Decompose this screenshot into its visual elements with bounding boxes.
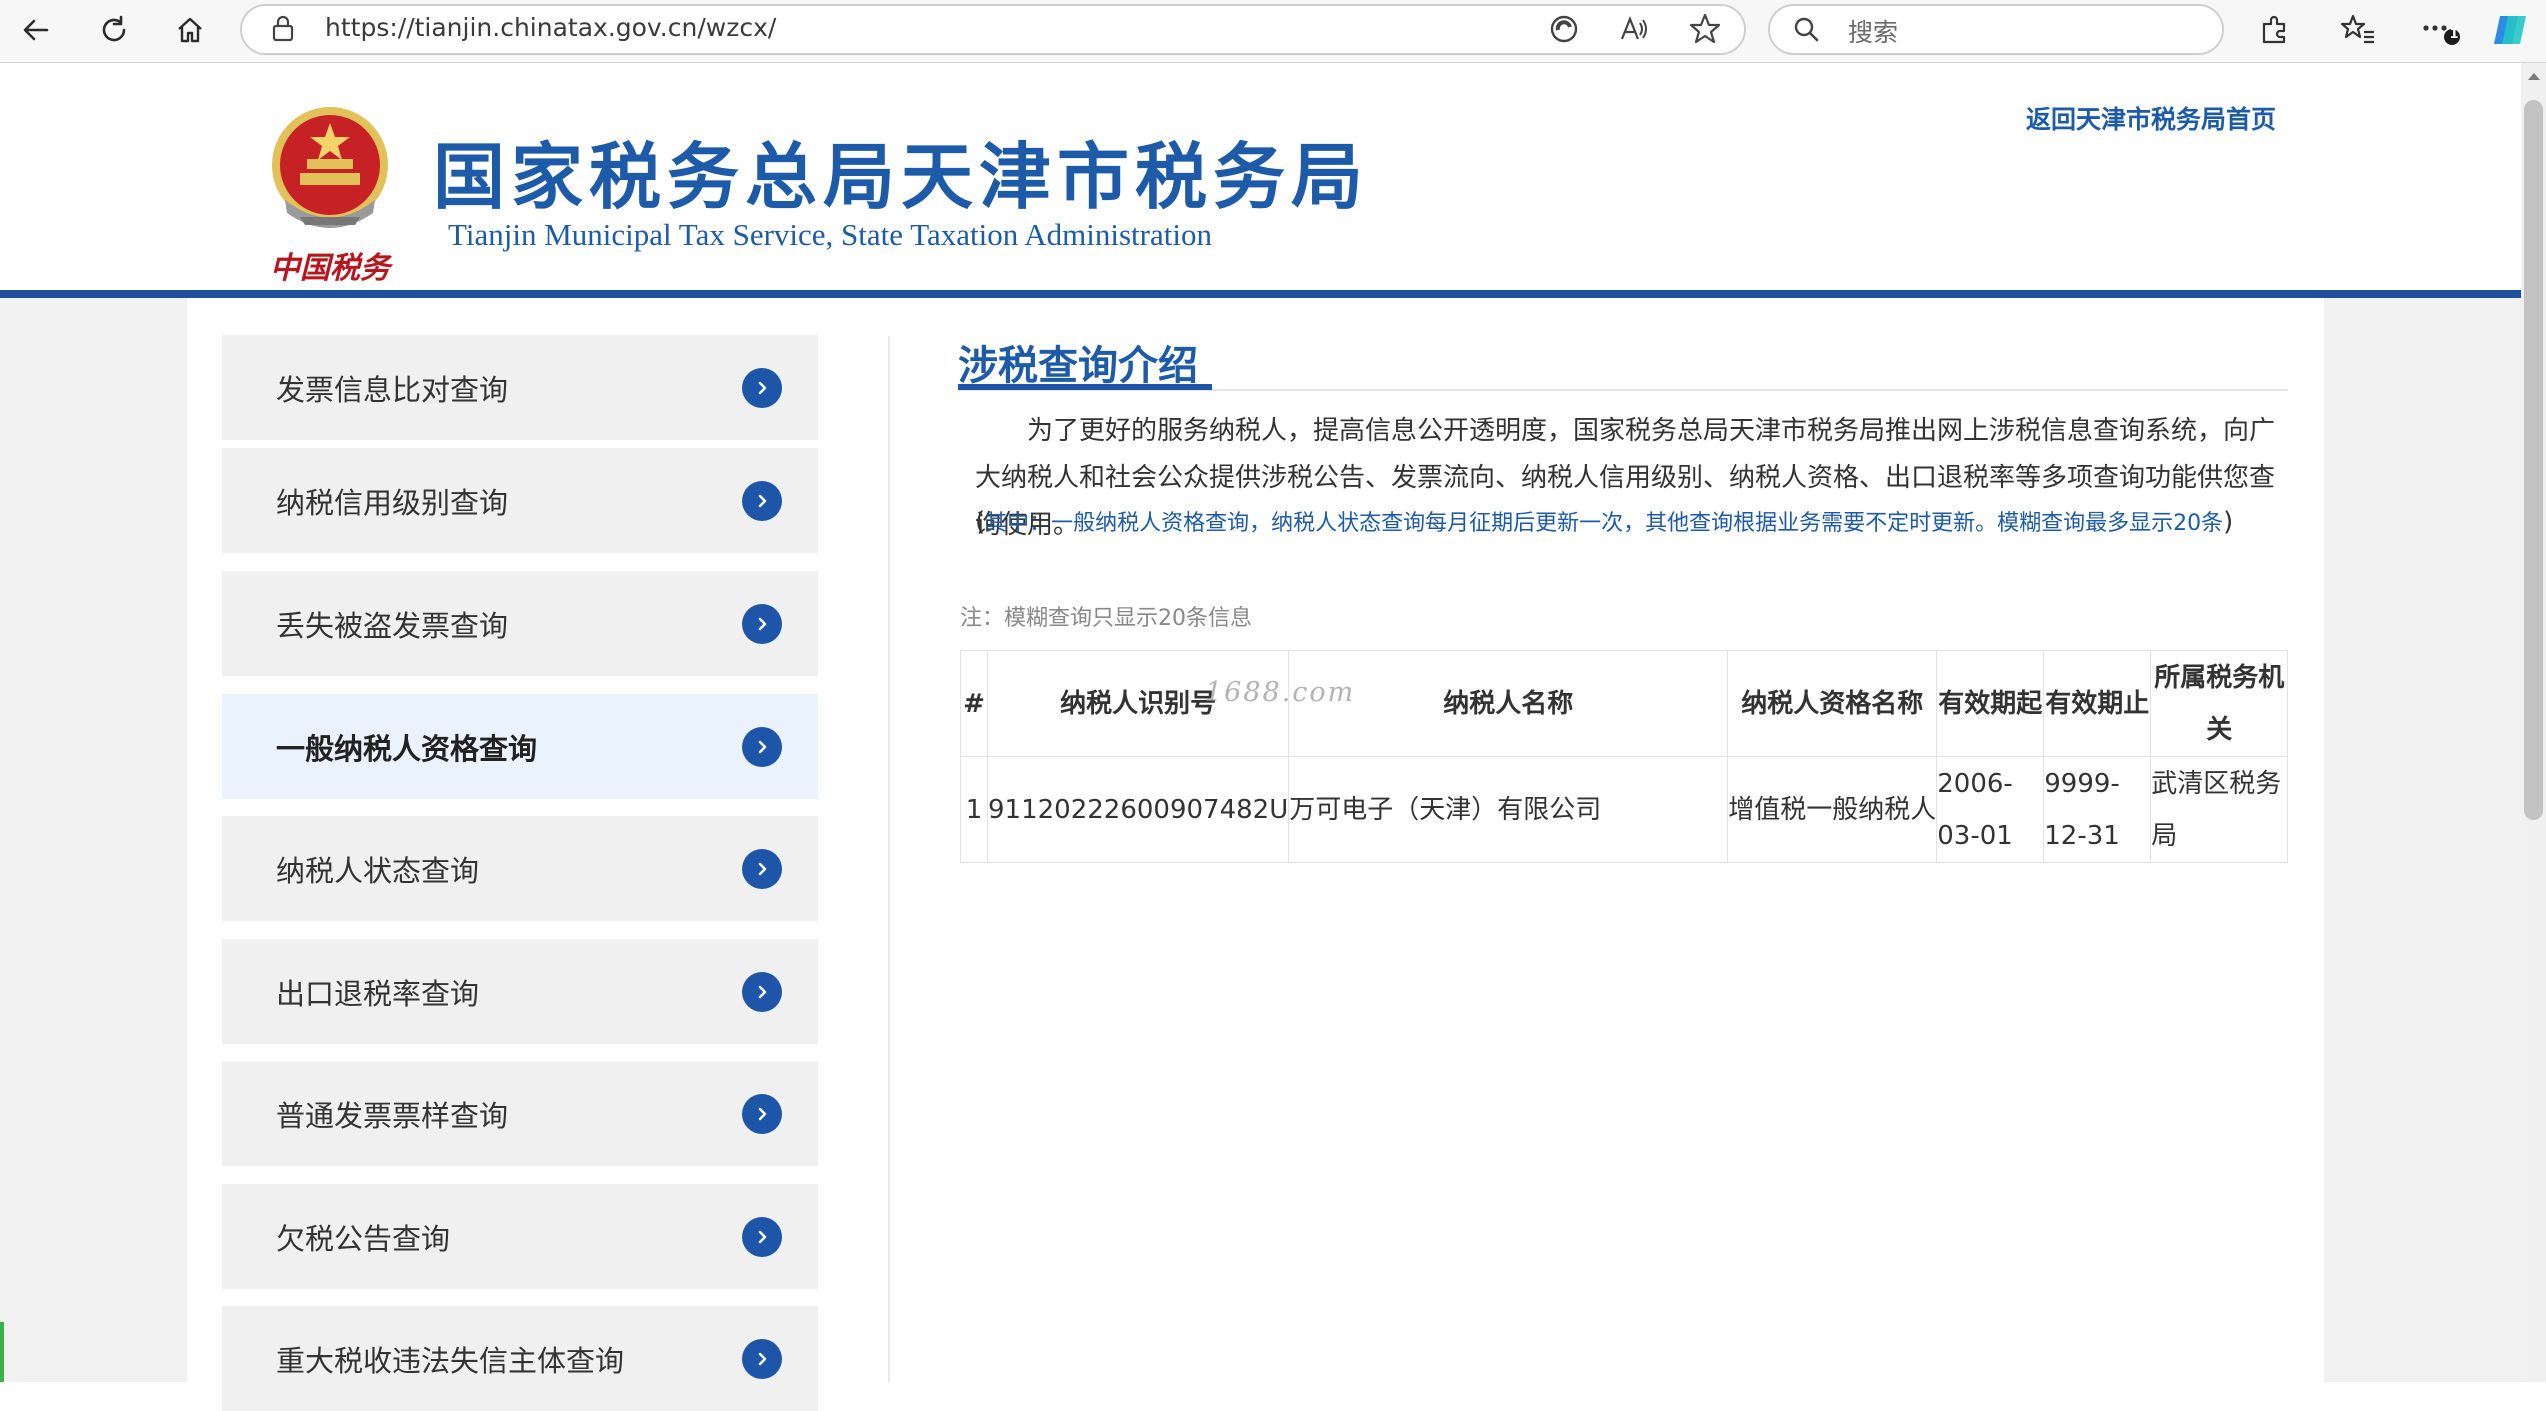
cell-qualification: 增值税一般纳税人 [1727, 756, 1938, 863]
section-title: 涉税查询介绍 [958, 343, 1198, 389]
chevron-right-icon[interactable] [742, 849, 782, 889]
sidebar-item-major-violations[interactable]: 重大税收违法失信主体查询 [222, 1306, 818, 1411]
return-home-link[interactable]: 返回天津市税务局首页 [2026, 100, 2276, 136]
sidebar-item-label: 纳税信用级别查询 [276, 485, 509, 520]
chevron-right-icon[interactable] [742, 727, 782, 767]
table-header-row: # 纳税人识别号 纳税人名称 纳税人资格名称 有效期起 有效期止 所属税务机关 [960, 650, 2289, 757]
browser-essentials-icon[interactable] [1548, 13, 1580, 49]
extensions-icon[interactable] [2258, 12, 2292, 50]
sidebar-item-label: 发票信息比对查询 [276, 372, 509, 407]
home-button[interactable] [166, 6, 214, 54]
sidebar-item-label: 普通发票票样查询 [276, 1098, 509, 1133]
sidebar-item-credit-rating[interactable]: 纳税信用级别查询 [222, 448, 818, 553]
sidebar-item-general-taxpayer[interactable]: 一般纳税人资格查询 [222, 694, 818, 799]
column-header-qualification: 纳税人资格名称 [1727, 650, 1938, 757]
note-text: 其中：一般纳税人资格查询，纳税人状态查询每月征期后更新一次，其他查询根据业务需要… [985, 511, 2224, 536]
chevron-right-icon[interactable] [742, 972, 782, 1012]
site-info-icon[interactable] [270, 14, 296, 46]
read-aloud-icon[interactable] [1618, 13, 1650, 49]
watermark-text: 1688.com [1205, 677, 1356, 708]
sidebar-item-label: 出口退税率查询 [276, 976, 480, 1011]
refresh-button[interactable] [90, 6, 138, 54]
chevron-right-icon[interactable] [742, 1217, 782, 1257]
column-header-valid-to: 有效期止 [2043, 650, 2152, 757]
refresh-icon [102, 15, 126, 42]
note-close-paren: ) [2223, 507, 2234, 537]
intro-note: (其中：一般纳税人资格查询，纳税人状态查询每月征期后更新一次，其他查询根据业务需… [975, 505, 2305, 537]
chevron-right-icon[interactable] [742, 604, 782, 644]
cell-number: 1 [960, 756, 988, 863]
column-header-tax-office: 所属税务机关 [2150, 650, 2289, 757]
search-icon [1792, 15, 1820, 47]
cell-valid-to: 9999-12-31 [2043, 756, 2152, 863]
emblem-caption: 中国税务 [270, 251, 390, 286]
browser-search-box[interactable] [1768, 4, 2224, 55]
url-text[interactable]: https://tianjin.chinatax.gov.cn/wzcx/ [325, 13, 776, 42]
sidebar-item-label: 纳税人状态查询 [276, 853, 480, 888]
home-icon [178, 17, 202, 43]
favorites-icon[interactable] [2340, 12, 2376, 50]
sidebar-divider [888, 336, 890, 1382]
sidebar-item-label: 重大税收违法失信主体查询 [276, 1343, 625, 1378]
column-header-number: # [960, 650, 988, 757]
chevron-right-icon[interactable] [742, 1339, 782, 1379]
copilot-icon[interactable] [2490, 10, 2530, 54]
back-arrow-icon [23, 19, 49, 41]
cell-taxpayer-id: 91120222600907482U [986, 756, 1290, 863]
favorite-star-icon[interactable] [1688, 12, 1722, 50]
sidebar-item-label: 丢失被盗发票查询 [276, 608, 509, 643]
cell-tax-office: 武清区税务局 [2150, 756, 2289, 863]
site-subtitle: Tianjin Municipal Tax Service, State Tax… [448, 217, 1212, 252]
chevron-right-icon[interactable] [742, 481, 782, 521]
back-button[interactable] [12, 6, 60, 54]
scroll-up-arrow-icon[interactable] [2525, 68, 2543, 84]
sidebar-item-invoice-samples[interactable]: 普通发票票样查询 [222, 1061, 818, 1166]
result-table: # 纳税人识别号 纳税人名称 纳税人资格名称 有效期起 有效期止 所属税务机关 … [960, 650, 2289, 863]
sidebar-item-lost-invoices[interactable]: 丢失被盗发票查询 [222, 571, 818, 676]
sidebar-item-label: 欠税公告查询 [276, 1221, 451, 1256]
column-header-valid-from: 有效期起 [1936, 650, 2045, 757]
header-divider [0, 290, 2521, 298]
sidebar-item-invoice-comparison[interactable]: 发票信息比对查询 [222, 335, 818, 440]
cell-taxpayer-name: 万可电子（天津）有限公司 [1288, 756, 1729, 863]
table-row: 1 91120222600907482U 万可电子（天津）有限公司 增值税一般纳… [960, 756, 2289, 863]
sidebar-item-tax-arrears[interactable]: 欠税公告查询 [222, 1184, 818, 1289]
sidebar-item-label: 一般纳税人资格查询 [276, 731, 538, 766]
sidebar-item-taxpayer-status[interactable]: 纳税人状态查询 [222, 816, 818, 921]
site-title: 国家税务总局天津市税务局 [433, 134, 1370, 219]
edge-marker [0, 1322, 4, 1382]
scrollbar-thumb[interactable] [2524, 100, 2543, 820]
national-emblem-icon [255, 95, 405, 249]
cell-valid-from: 2006-03-01 [1936, 756, 2045, 863]
table-note: 注：模糊查询只显示20条信息 [960, 606, 1252, 631]
chevron-right-icon[interactable] [742, 1094, 782, 1134]
note-open-paren: ( [975, 507, 986, 537]
search-placeholder: 搜索 [1848, 18, 1899, 47]
section-title-underline [958, 384, 1212, 390]
notification-badge: 1 [2449, 27, 2459, 42]
sidebar-item-export-rebate[interactable]: 出口退税率查询 [222, 939, 818, 1044]
chevron-right-icon[interactable] [742, 368, 782, 408]
